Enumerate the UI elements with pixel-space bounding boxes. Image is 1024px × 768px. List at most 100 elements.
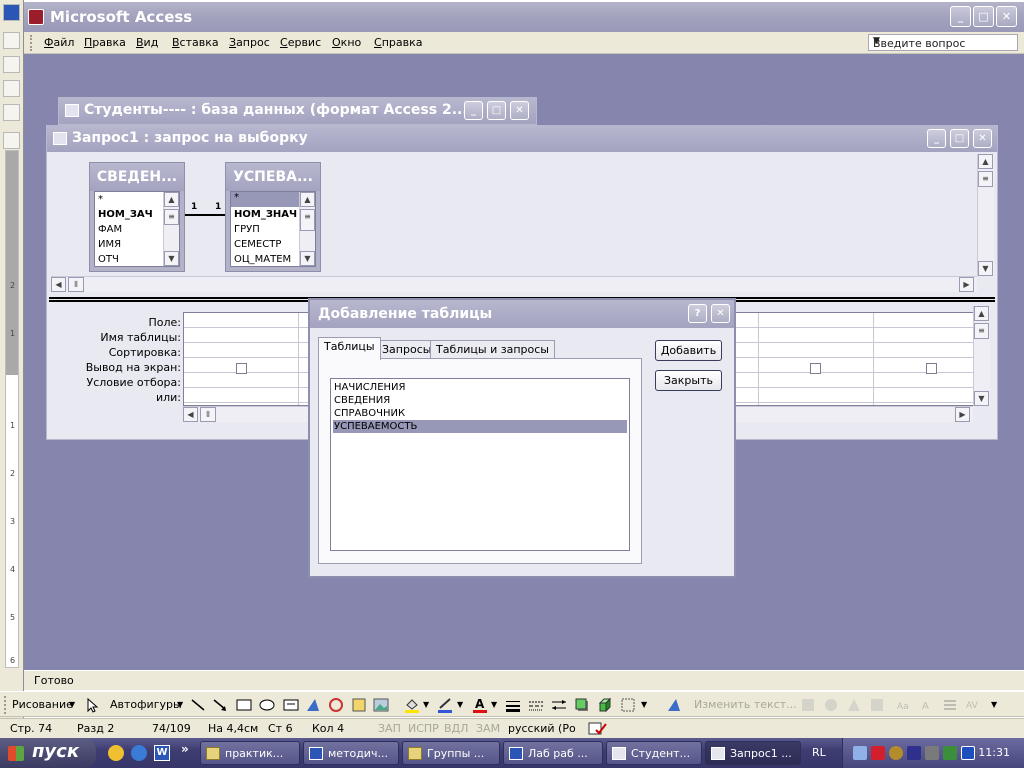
chevron-down-icon[interactable]: ▼ [69, 700, 75, 709]
relationship-line[interactable] [185, 214, 225, 216]
table-list[interactable]: НАЧИСЛЕНИЯ СВЕДЕНИЯ СПРАВОЧНИК УСПЕВАЕМО… [330, 378, 630, 551]
scroll-thumb[interactable]: ⦀ [68, 277, 84, 292]
antivirus-icon[interactable] [871, 746, 885, 760]
ie-icon[interactable] [131, 745, 147, 761]
scroll-down-icon[interactable]: ▼ [300, 251, 315, 266]
taskbar-item[interactable]: методич... [303, 741, 399, 765]
scroll-right-icon[interactable]: ▶ [955, 407, 970, 422]
close-button[interactable]: Закрыть [655, 370, 722, 391]
gallery-icon[interactable] [800, 697, 816, 713]
close-icon[interactable]: ✕ [973, 129, 992, 148]
table-box-title[interactable]: СВЕДЕН... [90, 163, 184, 191]
tab-tables-and-queries[interactable]: Таблицы и запросы [430, 340, 555, 359]
start-button[interactable]: пуск [0, 738, 96, 768]
word-toolbar-button[interactable] [3, 56, 20, 73]
database-window[interactable]: Студенты---- : база данных (формат Acces… [58, 97, 537, 125]
field-scrollbar[interactable]: ▲ ≡ ▼ [299, 192, 315, 266]
scroll-left-icon[interactable]: ◀ [183, 407, 198, 422]
media-player-icon[interactable] [961, 746, 975, 760]
scroll-thumb[interactable]: ≡ [974, 323, 989, 339]
font-color-icon[interactable]: A [472, 697, 488, 713]
scroll-up-icon[interactable]: ▲ [974, 306, 989, 321]
picture-icon[interactable] [373, 697, 389, 713]
field-item-selected[interactable]: * [231, 192, 299, 207]
format-wordart-icon[interactable] [823, 697, 839, 713]
tray-icon[interactable] [925, 746, 939, 760]
oval-icon[interactable] [259, 697, 275, 713]
arrow-icon[interactable] [212, 697, 228, 713]
field-item[interactable]: ОЦ_МАТЕМ [234, 254, 291, 265]
scroll-down-icon[interactable]: ▼ [978, 261, 993, 276]
line-style-icon[interactable] [505, 697, 521, 713]
field-item[interactable]: * [98, 194, 103, 205]
taskbar-item-active[interactable]: Запрос1 ... [705, 741, 801, 765]
tray-icon[interactable] [889, 746, 903, 760]
taskbar-item[interactable]: Студент... [606, 741, 702, 765]
wordart-insert-icon[interactable] [666, 697, 682, 713]
menu-view[interactable]: Вид [136, 36, 158, 49]
chevron-down-icon[interactable]: ▼ [641, 700, 647, 709]
scroll-right-icon[interactable]: ▶ [959, 277, 974, 292]
textbox-icon[interactable] [283, 697, 299, 713]
scroll-thumb[interactable]: ≡ [978, 171, 993, 187]
rectangle-icon[interactable] [236, 697, 252, 713]
tab-tables[interactable]: Таблицы [318, 337, 381, 360]
menu-window[interactable]: Окно [332, 36, 361, 49]
status-ovr[interactable]: ЗАМ [476, 722, 500, 735]
scroll-up-icon[interactable]: ▲ [978, 154, 993, 169]
chevron-down-icon[interactable]: ▼ [991, 700, 997, 709]
tray-icon[interactable] [943, 746, 957, 760]
scroll-left-icon[interactable]: ◀ [51, 277, 66, 292]
edit-text-button[interactable]: Изменить текст... [694, 698, 797, 711]
table-pane-vscroll[interactable]: ▲ ≡ ▼ [977, 154, 994, 276]
scroll-down-icon[interactable]: ▼ [164, 251, 179, 266]
menu-file[interactable]: Файл [44, 36, 74, 49]
taskbar-item[interactable]: практик... [200, 741, 300, 765]
table-box-uspevaemost[interactable]: УСПЕВА... * НОМ_ЗНАЧ ГРУП СЕМЕСТР ОЦ_МАТ… [225, 162, 321, 272]
tray-icon[interactable] [907, 746, 921, 760]
dash-style-icon[interactable] [528, 697, 544, 713]
more-icon[interactable]: » [181, 742, 189, 756]
arrow-style-icon[interactable] [551, 697, 567, 713]
same-height-icon[interactable]: Aa [896, 697, 912, 713]
word-toolbar-button[interactable] [3, 104, 20, 121]
select-multiple-icon[interactable] [620, 697, 636, 713]
field-item[interactable]: ОТЧ [98, 254, 119, 265]
table-box-svedeniya[interactable]: СВЕДЕН... * НОМ_ЗАЧ ФАМ ИМЯ ОТЧ ▲ ≡ ▼ [89, 162, 185, 272]
chevron-down-icon[interactable]: ▼ [873, 36, 1013, 46]
drawing-menu[interactable]: Рисование [12, 698, 73, 711]
field-item[interactable]: ГРУП [234, 224, 260, 235]
show-checkbox[interactable] [810, 363, 821, 374]
shadow-icon[interactable] [574, 697, 590, 713]
maximize-icon[interactable]: □ [950, 129, 969, 148]
status-rec[interactable]: ЗАП [378, 722, 401, 735]
field-scrollbar[interactable]: ▲ ≡ ▼ [163, 192, 179, 266]
autoshapes-menu[interactable]: Автофигуры [110, 698, 182, 711]
chevron-down-icon[interactable]: ▼ [491, 700, 497, 709]
table-pane-hscroll[interactable]: ◀ ⦀ ▶ [51, 276, 977, 292]
scroll-down-icon[interactable]: ▼ [974, 391, 989, 406]
clock[interactable]: 11:31 [978, 746, 1010, 759]
list-item[interactable]: НАЧИСЛЕНИЯ [333, 381, 627, 394]
minimize-icon[interactable]: _ [950, 6, 971, 27]
minimize-icon[interactable]: _ [464, 101, 483, 120]
fill-color-icon[interactable] [404, 697, 420, 713]
close-icon[interactable]: ✕ [510, 101, 529, 120]
network-icon[interactable] [853, 746, 867, 760]
field-item[interactable]: ИМЯ [98, 239, 121, 250]
word-toolbar-button[interactable] [3, 80, 20, 97]
scroll-thumb[interactable]: ≡ [300, 209, 315, 231]
tab-queries[interactable]: Запросы [376, 340, 438, 359]
shape-icon[interactable] [846, 697, 862, 713]
field-item[interactable]: СЕМЕСТР [234, 239, 281, 250]
clipart-icon[interactable] [351, 697, 367, 713]
list-item[interactable]: СПРАВОЧНИК [333, 407, 627, 420]
close-icon[interactable]: ✕ [711, 304, 730, 323]
maximize-icon[interactable]: □ [973, 6, 994, 27]
spelling-icon[interactable] [588, 721, 608, 736]
spacing-icon[interactable]: AV [965, 697, 981, 713]
scroll-thumb[interactable]: ⦀ [200, 407, 216, 422]
wrap-icon[interactable] [869, 697, 885, 713]
field-item[interactable]: НОМ_ЗНАЧ [234, 209, 297, 220]
wordart-icon[interactable] [305, 697, 321, 713]
